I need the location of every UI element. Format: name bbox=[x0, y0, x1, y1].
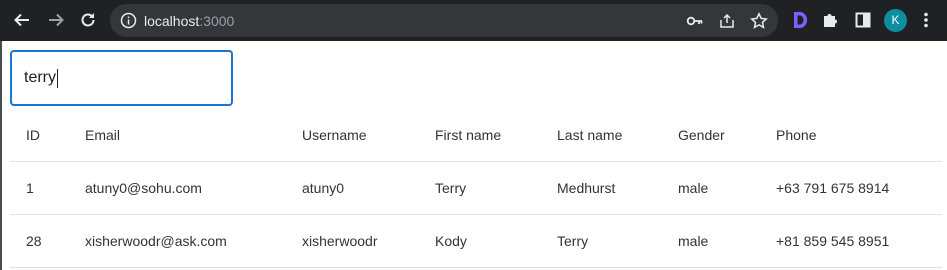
cell-email: xisherwoodr@ask.com bbox=[85, 233, 227, 249]
column-header-id[interactable]: ID bbox=[26, 108, 40, 161]
cell-last-name: Medhurst bbox=[557, 180, 616, 196]
browser-toolbar: localhost:3000 K bbox=[0, 0, 947, 41]
column-header-username[interactable]: Username bbox=[302, 108, 367, 161]
cell-id: 1 bbox=[26, 180, 34, 196]
profile-avatar[interactable]: K bbox=[884, 9, 907, 32]
url-port: :3000 bbox=[199, 13, 235, 29]
share-icon[interactable] bbox=[718, 12, 736, 30]
cell-last-name: Terry bbox=[557, 233, 589, 249]
cell-username: xisherwoodr bbox=[302, 233, 378, 249]
puzzle-icon bbox=[824, 14, 837, 27]
column-header-gender[interactable]: Gender bbox=[678, 108, 725, 161]
back-button[interactable] bbox=[10, 8, 34, 32]
column-header-first-name[interactable]: First name bbox=[435, 108, 501, 161]
reload-icon bbox=[81, 13, 95, 27]
cell-id: 28 bbox=[26, 233, 42, 249]
cell-first-name: Kody bbox=[435, 233, 467, 249]
more-vert-icon bbox=[924, 12, 928, 28]
url-host: localhost bbox=[144, 13, 200, 29]
menu-button[interactable] bbox=[914, 8, 938, 32]
table-header-row: ID Email Username First name Last name G… bbox=[10, 108, 942, 162]
cell-gender: male bbox=[678, 233, 709, 249]
side-panel-icon bbox=[855, 12, 871, 28]
info-icon[interactable] bbox=[120, 12, 137, 29]
cell-username: atuny0 bbox=[302, 180, 345, 196]
cell-gender: male bbox=[678, 180, 709, 196]
extension-d-button[interactable] bbox=[788, 8, 812, 32]
search-input[interactable] bbox=[10, 50, 233, 106]
side-panel-button[interactable] bbox=[851, 8, 875, 32]
arrow-right-icon bbox=[49, 13, 64, 27]
arrow-left-icon bbox=[14, 13, 29, 27]
text-caret bbox=[57, 69, 58, 88]
window-border bbox=[0, 41, 2, 270]
cell-first-name: Terry bbox=[435, 180, 467, 196]
key-icon[interactable] bbox=[686, 12, 704, 30]
url-text[interactable]: localhost:3000 bbox=[144, 13, 234, 29]
column-header-email[interactable]: Email bbox=[85, 108, 120, 161]
table-row[interactable]: 1 atuny0@sohu.com atuny0 Terry Medhurst … bbox=[10, 162, 942, 215]
cell-phone: +63 791 675 8914 bbox=[776, 180, 890, 196]
reload-button[interactable] bbox=[76, 8, 100, 32]
users-table: ID Email Username First name Last name G… bbox=[10, 108, 942, 268]
column-header-phone[interactable]: Phone bbox=[776, 108, 816, 161]
address-bar[interactable]: localhost:3000 bbox=[110, 4, 778, 37]
extensions-button[interactable] bbox=[818, 8, 842, 32]
column-header-last-name[interactable]: Last name bbox=[557, 108, 622, 161]
extension-d-icon bbox=[794, 12, 807, 28]
table-row[interactable]: 28 xisherwoodr@ask.com xisherwoodr Kody … bbox=[10, 215, 942, 268]
cell-phone: +81 859 545 8951 bbox=[776, 233, 890, 249]
cell-email: atuny0@sohu.com bbox=[85, 180, 202, 196]
forward-button[interactable] bbox=[44, 8, 68, 32]
star-icon[interactable] bbox=[750, 12, 768, 30]
